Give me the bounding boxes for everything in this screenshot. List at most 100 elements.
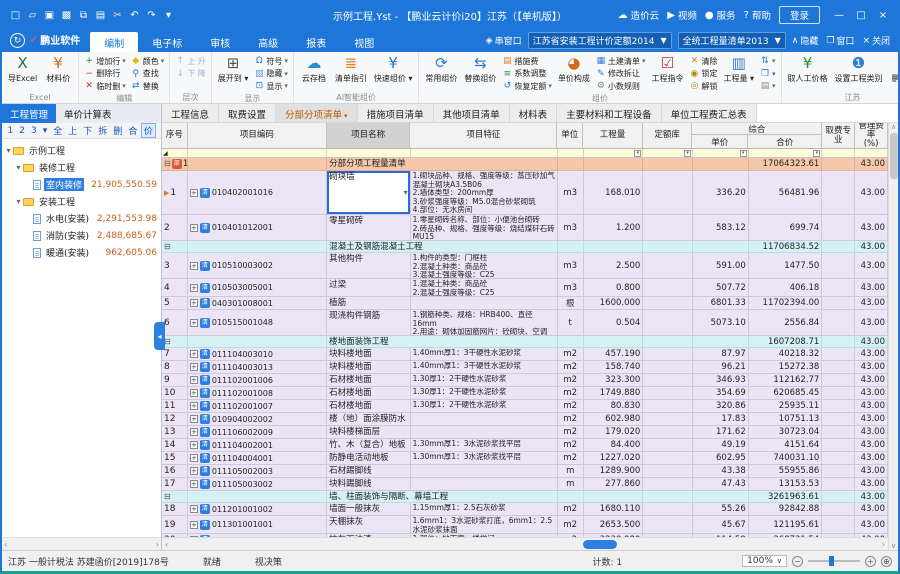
unit-price-cell[interactable]: 346.93 bbox=[693, 374, 749, 387]
fee-major-cell[interactable] bbox=[822, 478, 855, 491]
sheet-tab-主要材料和工程设备[interactable]: 主要材料和工程设备 bbox=[557, 104, 662, 122]
unit-price-cell[interactable]: 49.19 bbox=[693, 439, 749, 452]
total-price-cell[interactable]: 56481.96 bbox=[749, 171, 823, 215]
item-code-cell[interactable] bbox=[188, 158, 327, 171]
item-feature-cell[interactable]: 1.30厚1：2干硬性水泥砂浆 bbox=[411, 400, 558, 413]
window-mode-button[interactable]: ◈ 串窗口 bbox=[486, 34, 522, 47]
unit-cell[interactable]: m2 bbox=[558, 361, 584, 374]
item-name-cell[interactable]: 楼（地）面涂膜防水 bbox=[327, 413, 411, 426]
unlock-button[interactable]: ◎解锁 bbox=[687, 80, 719, 93]
sheet-tab-单位工程费汇总表[interactable]: 单位工程费汇总表 bbox=[662, 104, 757, 122]
zoom-in-button[interactable]: + bbox=[865, 556, 876, 567]
quota-ref-cell[interactable] bbox=[643, 279, 693, 297]
total-price-cell[interactable]: 740031.10 bbox=[749, 452, 823, 465]
quantity-button[interactable]: ▥工程量 ▾ bbox=[720, 53, 757, 93]
table-filter-row[interactable]: ◢▾▾▾▾ bbox=[162, 149, 888, 158]
tree-node-暖通(安装)[interactable]: 暖通(安装)962,605.06 bbox=[2, 244, 161, 261]
quantity-cell[interactable]: 1.200 bbox=[584, 215, 644, 241]
row-number-cell[interactable]: 14 bbox=[162, 439, 188, 452]
item-name-cell[interactable]: 石材踢脚线 bbox=[327, 465, 411, 478]
item-name-cell[interactable]: 防静电活动地板 bbox=[327, 452, 411, 465]
table-row[interactable]: 19+清011301001001天棚抹灰1.6mm1：3水泥砂浆打底，6mm1：… bbox=[162, 516, 888, 534]
quota-ref-cell[interactable] bbox=[643, 348, 693, 361]
item-code-cell[interactable]: +清011104004001 bbox=[188, 452, 327, 465]
scroll-up-icon[interactable]: ∧ bbox=[891, 123, 896, 131]
symbol-button[interactable]: Ω符号▾ bbox=[252, 55, 290, 68]
management-rate-cell[interactable]: 43.00 bbox=[855, 171, 888, 215]
sheet-tab-工程信息[interactable]: 工程信息 bbox=[162, 104, 219, 122]
sheet-tab-措施项目清单[interactable]: 措施项目清单 bbox=[358, 104, 434, 122]
quota-ref-cell[interactable] bbox=[643, 400, 693, 413]
vscroll-thumb[interactable] bbox=[890, 133, 898, 179]
tree-expander-icon[interactable]: ▾ bbox=[14, 163, 23, 172]
table-row[interactable]: 4+清010503005001过梁1.混凝土种类：商品砼 2.混凝土强度等级：C… bbox=[162, 279, 888, 297]
filter-dropdown-icon[interactable]: ▾ bbox=[634, 150, 641, 157]
item-name-cell[interactable]: 过梁 bbox=[327, 279, 411, 297]
item-name-cell[interactable]: 块料楼地面 bbox=[327, 348, 411, 361]
quantity-cell[interactable]: 179.020 bbox=[584, 426, 644, 439]
cost-cloud-button[interactable]: ☁造价云 bbox=[618, 8, 660, 22]
expand-icon[interactable]: + bbox=[190, 441, 198, 449]
fee-major-cell[interactable] bbox=[822, 215, 855, 241]
total-price-cell[interactable]: 112162.77 bbox=[749, 374, 823, 387]
table-row[interactable]: 9+清011102001006石材楼地面1.30厚1：2干硬性水泥砂浆m2323… bbox=[162, 374, 888, 387]
find-button[interactable]: ⚲查找 bbox=[129, 68, 167, 81]
left-tab-单价计算表[interactable]: 单价计算表 bbox=[56, 104, 120, 123]
scroll-right-icon[interactable]: › bbox=[882, 540, 885, 549]
civil-list-button[interactable]: ▦土建清单▾ bbox=[594, 55, 648, 68]
section-name-cell[interactable]: 分部分项工程量清单 bbox=[327, 158, 558, 171]
total-price-cell[interactable]: 13153.53 bbox=[749, 478, 823, 491]
row-number-cell[interactable]: 15 bbox=[162, 452, 188, 465]
row-number-cell[interactable]: 10 bbox=[162, 387, 188, 400]
quantity-cell[interactable]: 0.800 bbox=[584, 279, 644, 297]
table-section-row[interactable]: ⊟部1分部分项工程量清单17064323.6143.00 bbox=[162, 158, 888, 171]
total-price-cell[interactable]: 1477.50 bbox=[749, 253, 823, 279]
quantity-cell[interactable]: 168.010 bbox=[584, 171, 644, 215]
column-header-工程量[interactable]: 工程量 bbox=[583, 123, 643, 148]
management-rate-cell[interactable]: 43.00 bbox=[855, 158, 888, 171]
unit-price-cell[interactable]: 171.62 bbox=[693, 426, 749, 439]
scroll-left-icon[interactable]: ‹ bbox=[165, 540, 168, 549]
quantity-cell[interactable]: 323.300 bbox=[584, 374, 644, 387]
left-tab-工程管理[interactable]: 工程管理 bbox=[2, 104, 56, 123]
filter-cell[interactable]: ▾ bbox=[693, 149, 749, 157]
section-name-cell[interactable]: 楼地面装饰工程 bbox=[327, 336, 558, 348]
item-feature-cell[interactable] bbox=[411, 478, 558, 491]
item-name-cell[interactable]: 石材楼地面 bbox=[327, 400, 411, 413]
expand-icon[interactable]: + bbox=[190, 389, 198, 397]
unit-price-cell[interactable]: 96.21 bbox=[693, 361, 749, 374]
management-rate-cell[interactable]: 43.00 bbox=[855, 465, 888, 478]
item-feature-cell[interactable]: 1.砌块品种、规格、强度等级：蒸压砂加气混凝土砌块A3.5B06 2.墙体类型：… bbox=[411, 171, 558, 215]
temp-delete-button[interactable]: ✕临时删▾ bbox=[82, 80, 128, 93]
column-header-定额库[interactable]: 定额库 bbox=[643, 123, 693, 148]
copy-sheet-button[interactable]: ❐▾ bbox=[758, 68, 778, 81]
item-code-cell[interactable]: +清010402001016 bbox=[188, 171, 327, 215]
tree-tool-下[interactable]: 下 bbox=[81, 124, 95, 137]
tree-node-水电(安装)[interactable]: 水电(安装)2,291,553.98 bbox=[2, 210, 161, 227]
total-price-cell[interactable]: 406.18 bbox=[749, 279, 823, 297]
table-row[interactable]: 10+清011102001008石材楼地面1.30厚1：2干硬性水泥砂浆m217… bbox=[162, 387, 888, 400]
item-feature-cell[interactable]: 1.6mm1：3水泥砂浆打底，6mm1：2.5水泥砂浆抹面 bbox=[411, 516, 558, 534]
item-feature-cell[interactable]: 1.钢筋种类、规格：HRB400、直径16mm 2.用途：砌体加固筋网片：砼砌块… bbox=[411, 310, 558, 336]
fee-major-cell[interactable] bbox=[822, 465, 855, 478]
row-number-cell[interactable]: 19 bbox=[162, 516, 188, 534]
table-row[interactable]: 18+清011201001002墙面一般抹灰1.15mm厚1：2.5石灰砂浆m2… bbox=[162, 503, 888, 516]
table-row[interactable]: 8+清011104003013块料楼地面1.40mm厚1：3干硬性水泥砂浆m21… bbox=[162, 361, 888, 374]
management-rate-cell[interactable]: 43.00 bbox=[855, 297, 888, 310]
zoom-value-select[interactable]: 100%∨ bbox=[742, 555, 787, 567]
save-all-icon[interactable]: ▩ bbox=[59, 7, 74, 23]
total-price-cell[interactable]: 92842.88 bbox=[749, 503, 823, 516]
item-code-cell[interactable]: +清011105003002 bbox=[188, 478, 327, 491]
item-feature-cell[interactable]: 1.15mm厚1：2.5石灰砂浆 bbox=[411, 503, 558, 516]
item-feature-cell[interactable]: 1.混凝土种类：商品砼 2.混凝土强度等级：C25 bbox=[411, 279, 558, 297]
total-price-cell[interactable]: 40218.32 bbox=[749, 348, 823, 361]
item-code-cell[interactable]: +清011105002003 bbox=[188, 465, 327, 478]
table-row[interactable]: 15+清011104004001防静电活动地板1.30mm厚1：3水泥砂浆找平层… bbox=[162, 452, 888, 465]
row-number-cell[interactable]: ⊟部1 bbox=[162, 158, 188, 171]
restore-quota-button[interactable]: ↺恢复定额▾ bbox=[500, 80, 554, 93]
row-number-cell[interactable]: ▶1 bbox=[162, 171, 188, 215]
row-number-cell[interactable]: 3 bbox=[162, 253, 188, 279]
management-rate-cell[interactable]: 43.00 bbox=[855, 516, 888, 534]
total-price-cell[interactable]: 3261963.61 bbox=[749, 491, 823, 503]
row-number-cell[interactable]: 11 bbox=[162, 400, 188, 413]
